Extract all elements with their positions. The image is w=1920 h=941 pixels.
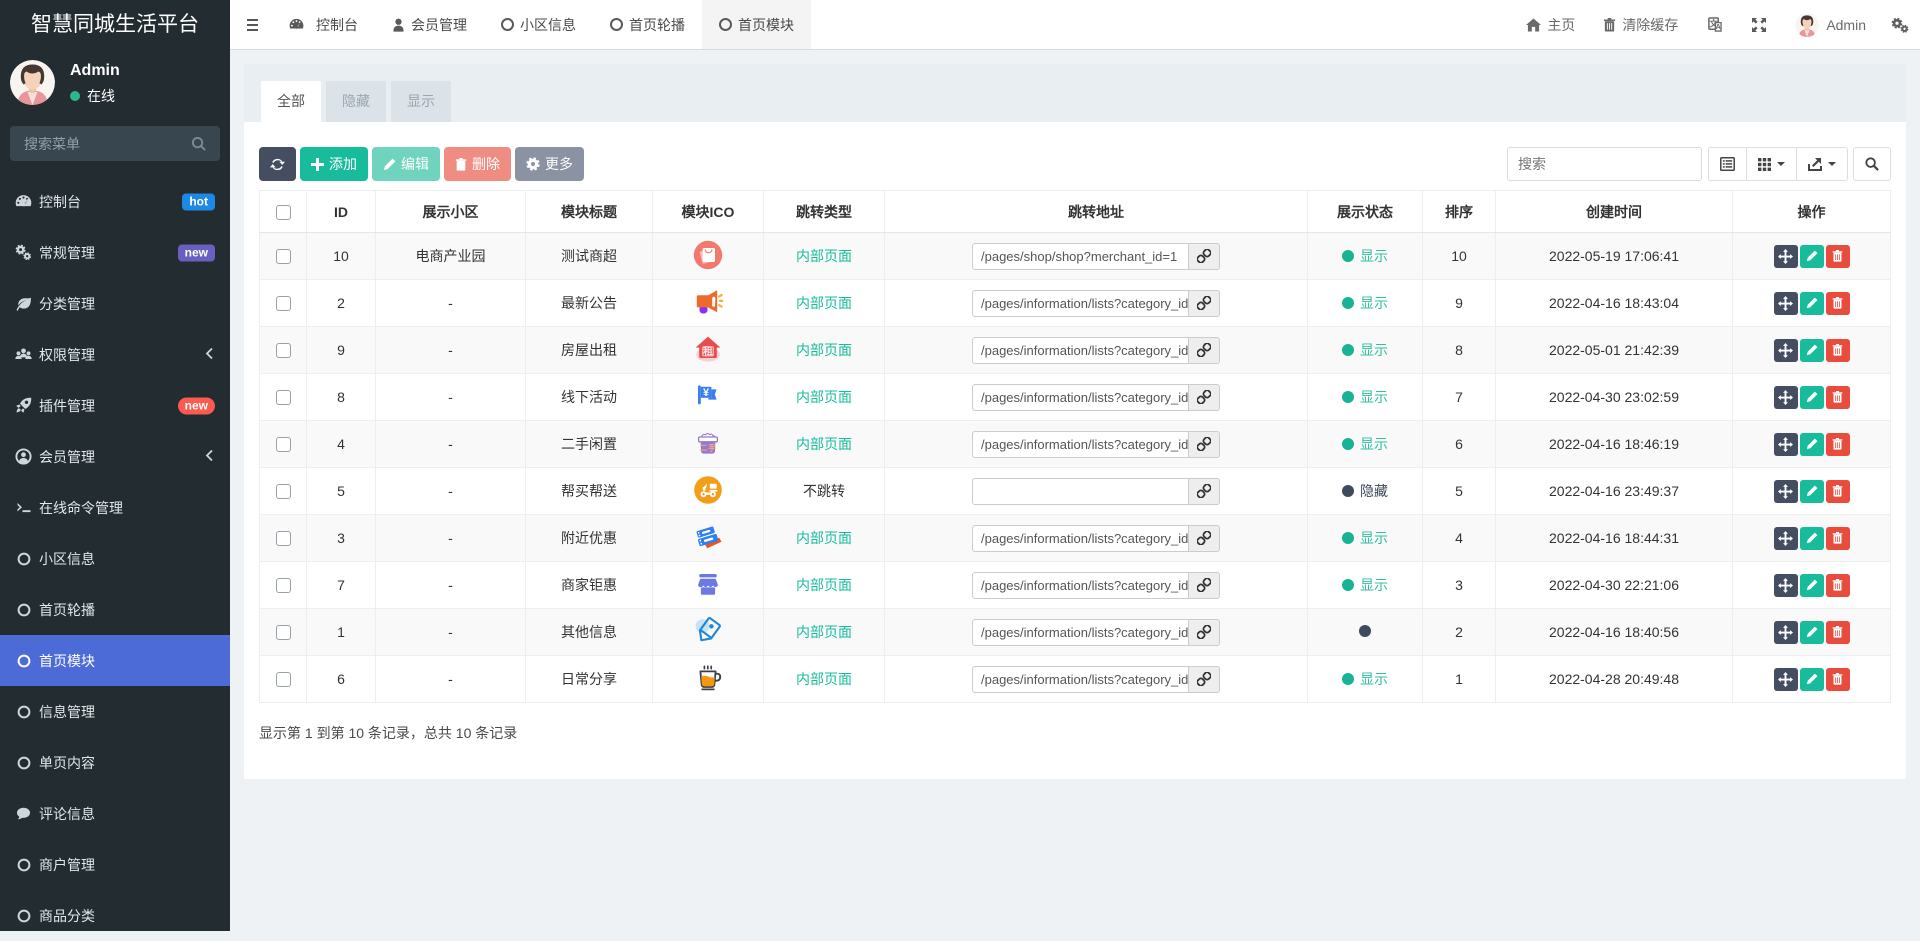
svg-text:租: 租	[703, 345, 713, 357]
svg-text:A: A	[1716, 22, 1722, 31]
svg-text:二手: 二手	[700, 442, 717, 452]
svg-text:¥: ¥	[703, 387, 710, 399]
